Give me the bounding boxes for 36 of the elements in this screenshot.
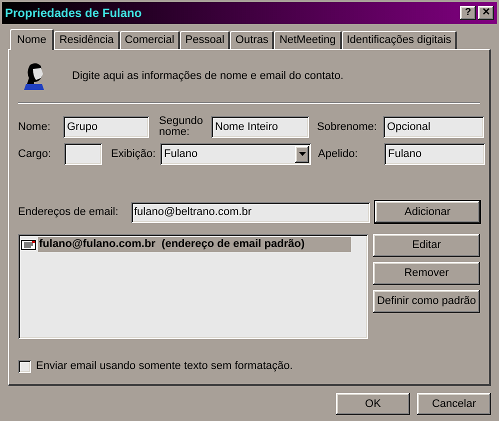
instruction-text: Digite aqui as informações de nome e email do contato. [72,68,344,84]
help-button[interactable]: ? [460,6,476,20]
checkbox[interactable] [18,360,31,373]
field-label: Apelido: [318,148,359,160]
person-icon [24,62,46,90]
cancel-button[interactable]: Cancelar [417,393,491,415]
window-title: Propriedades de Fulano [5,5,143,22]
action-button[interactable]: Definir como padrão [373,290,480,313]
field-label: Nome: [18,122,52,132]
tab[interactable]: Outras [230,31,274,49]
tab[interactable]: Residência [54,31,120,49]
input-field[interactable]: Grupo [63,116,149,138]
tab[interactable]: Identificações digitais [342,31,458,49]
close-button[interactable]: ✕ [478,6,494,20]
ok-button[interactable]: OK [336,393,410,415]
field-label: Endereços de email: [18,204,120,220]
tab[interactable]: Pessoal [180,31,230,49]
input-field[interactable]: Fulano [384,143,485,165]
field-label: Sobrenome: [317,122,378,132]
tab[interactable]: Comercial [120,31,180,49]
tab[interactable]: Nome [10,29,54,50]
action-button[interactable]: Editar [373,234,480,257]
dropdown[interactable]: Fulano [160,143,311,165]
envelope-icon [21,240,36,250]
field-label: Cargo: [18,148,52,160]
field-label: Exibição: [111,148,157,160]
input-field[interactable] [64,143,102,165]
add-button[interactable]: Adicionar [374,201,480,223]
field-label: Segundo nome: [159,116,204,138]
action-button[interactable]: Remover [373,262,480,285]
input-field[interactable]: Nome Inteiro [211,116,309,138]
tab[interactable]: NetMeeting [274,31,342,49]
email-list-item[interactable]: fulano@fulano.com.br (endereço de email padrão) [38,237,351,252]
input-field[interactable]: Opcional [383,116,484,138]
checkbox-label: Enviar email usando somente texto sem formatação. [36,359,293,374]
email-input-field[interactable]: fulano@beltrano.com.br [131,202,370,222]
